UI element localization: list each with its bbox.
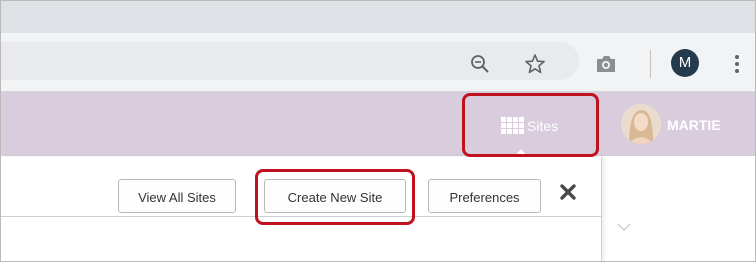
view-all-sites-button[interactable]: View All Sites xyxy=(118,179,236,213)
preferences-button[interactable]: Preferences xyxy=(428,179,541,213)
toolbar-divider xyxy=(650,50,651,78)
browser-toolbar: M xyxy=(1,33,755,92)
more-vert-icon[interactable] xyxy=(733,52,741,76)
close-icon[interactable] xyxy=(557,181,579,203)
screenshot-frame: M Sites MARTIE View All Sites Create New… xyxy=(0,0,756,262)
camera-icon[interactable] xyxy=(594,54,618,74)
zoom-out-icon[interactable] xyxy=(469,53,491,75)
profile-avatar[interactable]: M xyxy=(671,49,699,77)
chevron-down-icon xyxy=(617,223,631,231)
browser-tab-strip xyxy=(1,1,755,33)
user-avatar[interactable] xyxy=(621,104,661,144)
app-header: Sites MARTIE xyxy=(1,92,755,156)
star-icon[interactable] xyxy=(524,53,546,75)
sites-highlight-box xyxy=(462,93,599,157)
address-bar[interactable] xyxy=(1,42,579,80)
create-site-highlight-box xyxy=(255,169,415,225)
user-name[interactable]: MARTIE xyxy=(667,116,721,134)
